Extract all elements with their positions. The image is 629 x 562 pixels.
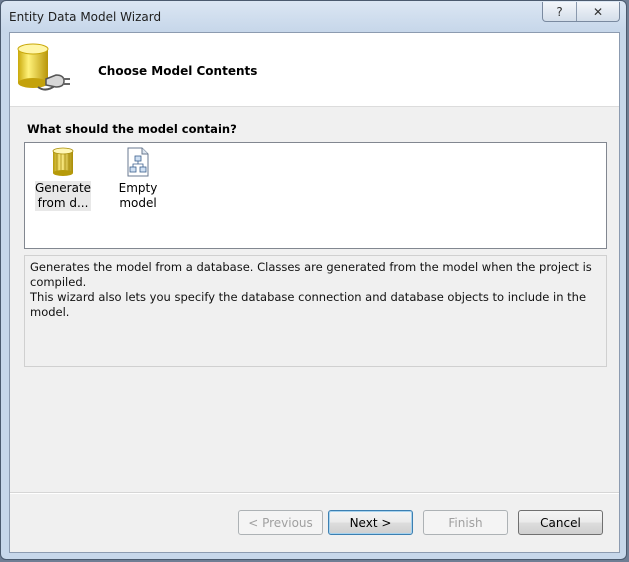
footer-separator: [10, 492, 619, 494]
title-bar[interactable]: Entity Data Model Wizard ? ✕: [1, 1, 626, 32]
window-controls: ? ✕: [542, 2, 620, 22]
generate-label-line2: from d...: [37, 196, 89, 210]
description-line1: Generates the model from a database. Cla…: [30, 260, 592, 289]
model-contents-list[interactable]: Generate from d... Empty model: [24, 142, 607, 249]
database-icon: [52, 147, 74, 176]
wizard-header: Choose Model Contents: [10, 33, 619, 107]
generate-label-line1: Generate: [35, 181, 92, 195]
wizard-window: Entity Data Model Wizard ? ✕ Choose Mode…: [0, 0, 627, 560]
finish-button[interactable]: Finish: [423, 510, 508, 535]
close-button[interactable]: ✕: [576, 2, 619, 21]
wizard-client-area: Choose Model Contents What should the mo…: [9, 32, 620, 553]
empty-model-label: Empty model: [118, 181, 158, 210]
description-box: Generates the model from a database. Cla…: [24, 255, 607, 367]
previous-button[interactable]: < Previous: [238, 510, 323, 535]
generate-label: Generate from d...: [35, 181, 91, 211]
empty-model-icon: [127, 147, 149, 177]
list-item-generate-from-database[interactable]: Generate from d...: [35, 146, 91, 211]
cancel-button[interactable]: Cancel: [518, 510, 603, 535]
description-line2: This wizard also lets you specify the da…: [30, 290, 587, 319]
help-button[interactable]: ?: [543, 2, 576, 21]
next-button[interactable]: Next >: [328, 510, 413, 535]
question-label: What should the model contain?: [27, 122, 237, 136]
database-plug-icon: [17, 43, 70, 91]
page-title: Choose Model Contents: [98, 64, 258, 78]
window-title: Entity Data Model Wizard: [9, 10, 162, 24]
list-item-empty-model[interactable]: Empty model: [99, 146, 177, 211]
